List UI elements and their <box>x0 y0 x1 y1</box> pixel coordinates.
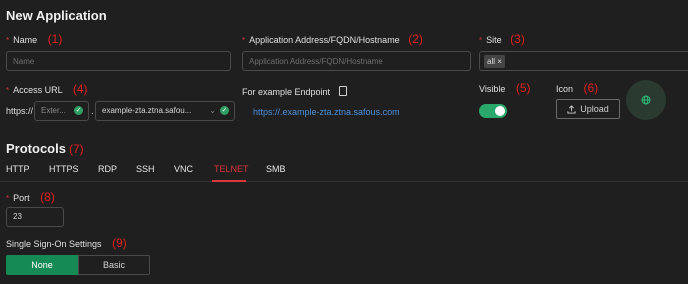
required-marker: * <box>479 36 483 45</box>
upload-label: Upload <box>580 104 609 114</box>
annotation-number: (2) <box>408 32 423 46</box>
annotation-number: (8) <box>40 190 55 204</box>
site-tag-label: all <box>487 57 496 66</box>
name-input[interactable] <box>6 51 231 71</box>
domain-select[interactable]: example-zta.ztna.safou... ⌄ ✓ <box>95 101 235 121</box>
subdomain-input[interactable]: Exter... ✓ <box>34 101 89 121</box>
site-label: Site <box>486 35 502 45</box>
access-url-label-row: * Access URL (4) <box>6 82 88 96</box>
app-icon-preview <box>626 80 666 120</box>
tab-rdp[interactable]: RDP <box>98 164 117 174</box>
annotation-number: (1) <box>47 32 63 46</box>
check-icon: ✓ <box>220 106 229 115</box>
port-input[interactable]: 23 <box>6 207 64 227</box>
subdomain-placeholder: Exter... <box>41 106 66 115</box>
sso-label: Single Sign-On Settings <box>6 239 102 249</box>
endpoint-label-row: For example Endpoint <box>242 86 347 97</box>
check-icon: ✓ <box>74 106 83 115</box>
name-label: Name <box>13 35 38 45</box>
visible-label-row: Visible (5) <box>479 81 531 95</box>
port-label: Port <box>13 193 30 203</box>
sso-label-row: Single Sign-On Settings (9) <box>6 236 127 250</box>
required-marker: * <box>242 36 246 45</box>
sso-option-basic[interactable]: Basic <box>78 255 150 275</box>
required-marker: * <box>6 194 10 203</box>
chevron-down-icon[interactable]: ⌄ <box>209 102 216 120</box>
upload-icon <box>567 104 576 114</box>
toggle-knob <box>495 106 505 116</box>
site-tag[interactable]: all × <box>484 55 505 68</box>
icon-label: Icon <box>556 84 574 94</box>
url-prefix: https:// <box>6 106 34 116</box>
visible-toggle[interactable] <box>479 104 507 118</box>
annotation-number: (9) <box>112 236 127 250</box>
page-title: New Application <box>6 8 107 23</box>
visible-label: Visible <box>479 84 506 94</box>
site-select[interactable] <box>479 51 688 71</box>
port-label-row: * Port (8) <box>6 190 55 204</box>
protocols-heading: Protocols <box>6 141 66 156</box>
address-label-row: * Application Address/FQDN/Hostname (2) <box>242 32 423 46</box>
annotation-number: (7) <box>69 142 84 156</box>
annotation-number: (4) <box>72 82 88 96</box>
access-url-label: Access URL <box>13 85 63 95</box>
close-icon[interactable]: × <box>497 57 502 66</box>
upload-button[interactable]: Upload <box>556 99 620 119</box>
copy-icon[interactable] <box>338 86 347 96</box>
endpoint-label: For example Endpoint <box>242 87 331 97</box>
tab-vnc[interactable]: VNC <box>174 164 193 174</box>
endpoint-link[interactable]: https://.example-zta.ztna.safous.com <box>253 107 400 117</box>
required-marker: * <box>6 86 10 95</box>
name-label-row: * Name (1) <box>6 32 62 46</box>
tab-ssh[interactable]: SSH <box>136 164 155 174</box>
tabs-divider <box>0 181 688 182</box>
tab-https[interactable]: HTTPS <box>49 164 79 174</box>
annotation-number: (6) <box>583 81 599 95</box>
tab-smb[interactable]: SMB <box>266 164 286 174</box>
icon-label-row: Icon (6) <box>556 81 598 95</box>
domain-value: example-zta.ztna.safou... <box>102 106 192 115</box>
address-label: Application Address/FQDN/Hostname <box>249 35 400 45</box>
tab-http[interactable]: HTTP <box>6 164 30 174</box>
active-tab-indicator <box>212 180 246 182</box>
globe-icon <box>641 95 651 105</box>
sso-option-none[interactable]: None <box>6 255 78 275</box>
annotation-number: (3) <box>510 32 525 46</box>
tab-telnet[interactable]: TELNET <box>214 164 249 174</box>
required-marker: * <box>6 36 10 45</box>
url-separator: . <box>91 106 94 116</box>
annotation-number: (5) <box>515 81 531 95</box>
address-input[interactable] <box>242 51 471 71</box>
site-label-row: * Site (3) <box>479 32 525 46</box>
